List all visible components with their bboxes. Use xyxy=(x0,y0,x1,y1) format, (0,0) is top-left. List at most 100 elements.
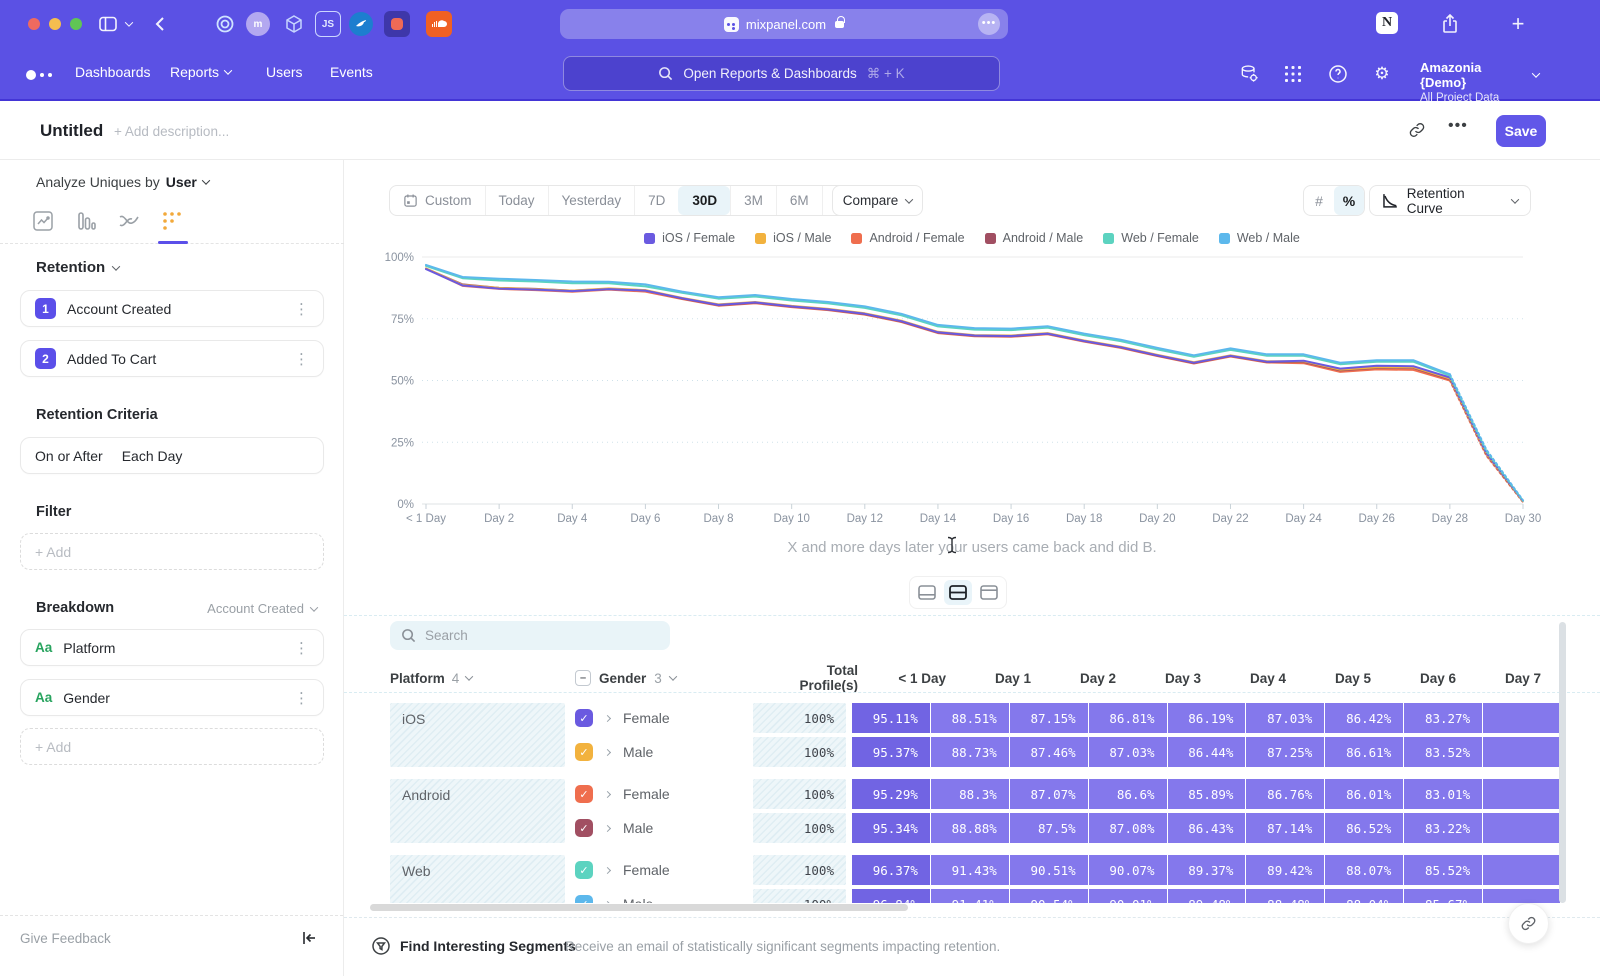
legend-item-android-female[interactable]: Android / Female xyxy=(851,231,964,245)
range-30d[interactable]: 30D xyxy=(678,186,730,215)
kebab-menu-icon[interactable]: ⋮ xyxy=(294,350,309,368)
breakdown-card-gender[interactable]: Aa Gender ⋮ xyxy=(20,679,324,716)
nav-events[interactable]: Events xyxy=(330,64,373,80)
zoom-window-button[interactable] xyxy=(70,18,82,30)
series-checkbox[interactable]: ✓ xyxy=(575,743,593,761)
site-options-icon[interactable]: ••• xyxy=(978,13,1000,35)
compare-button[interactable]: Compare xyxy=(832,185,923,216)
tab-flows[interactable] xyxy=(118,210,142,234)
share-icon[interactable] xyxy=(1438,12,1462,36)
breakdown-event-selector[interactable]: Account Created xyxy=(207,601,317,616)
series-checkbox[interactable]: ✓ xyxy=(575,785,593,803)
retention-line-chart[interactable]: 0%25%50%75%100%< 1 DayDay 2Day 4Day 6Day… xyxy=(344,248,1600,530)
range-3m[interactable]: 3M xyxy=(730,186,776,215)
nav-reports[interactable]: Reports xyxy=(170,64,231,80)
tab-insights[interactable] xyxy=(32,210,56,234)
kebab-menu-icon[interactable]: ⋮ xyxy=(294,639,309,657)
horizontal-scrollbar[interactable] xyxy=(370,904,908,911)
series-checkbox[interactable]: ✓ xyxy=(575,861,593,879)
add-filter-button[interactable]: + Add xyxy=(20,533,324,570)
back-icon[interactable] xyxy=(148,12,172,36)
breakdown-card-platform[interactable]: Aa Platform ⋮ xyxy=(20,629,324,666)
day-column-header[interactable]: < 1 Day xyxy=(876,671,960,686)
day-column-header[interactable]: Day 6 xyxy=(1386,671,1470,686)
report-title[interactable]: Untitled xyxy=(40,121,103,141)
mixpanel-logo[interactable] xyxy=(26,70,52,80)
layout-table-only-button[interactable] xyxy=(975,580,1003,605)
save-button[interactable]: Save xyxy=(1496,115,1546,147)
more-options-icon[interactable]: ••• xyxy=(1448,117,1470,139)
layout-split-button[interactable] xyxy=(944,580,972,605)
address-bar[interactable]: mixpanel.com ••• xyxy=(560,9,1008,39)
nav-users[interactable]: Users xyxy=(266,64,303,80)
share-link-fab[interactable] xyxy=(1508,903,1549,944)
give-feedback-link[interactable]: Give Feedback xyxy=(20,931,111,946)
sidebar-toggle-icon[interactable] xyxy=(96,12,120,36)
app-icon-bird[interactable] xyxy=(349,12,373,36)
day-column-header[interactable]: Day 7 xyxy=(1471,671,1555,686)
day-column-header[interactable]: Day 3 xyxy=(1131,671,1215,686)
app-icon-soundcloud[interactable] xyxy=(426,11,452,37)
column-gender[interactable]: – Gender 3 xyxy=(575,670,770,686)
notion-extension-icon[interactable]: N xyxy=(1375,11,1399,35)
expand-row-icon[interactable] xyxy=(604,824,611,831)
add-breakdown-button[interactable]: + Add xyxy=(20,728,324,765)
app-icon-cube[interactable] xyxy=(281,11,307,37)
legend-item-web-female[interactable]: Web / Female xyxy=(1103,231,1199,245)
legend-item-ios-male[interactable]: iOS / Male xyxy=(755,231,831,245)
analyze-uniques-control[interactable]: Analyze Uniques by User xyxy=(36,174,209,190)
retention-criteria-card[interactable]: On or After Each Day xyxy=(20,437,324,474)
settings-gear-icon[interactable]: ⚙ xyxy=(1369,61,1395,87)
report-description-placeholder[interactable]: + Add description... xyxy=(114,124,229,139)
column-total-profiles[interactable]: Total Profile(s) xyxy=(770,663,870,693)
layout-chart-only-button[interactable] xyxy=(913,580,941,605)
minimize-window-button[interactable] xyxy=(49,18,61,30)
app-icon-target[interactable] xyxy=(212,11,238,37)
expand-row-icon[interactable] xyxy=(604,714,611,721)
range-today[interactable]: Today xyxy=(485,186,548,215)
expand-row-icon[interactable] xyxy=(604,900,611,903)
copy-link-icon[interactable] xyxy=(1408,121,1430,143)
help-icon[interactable] xyxy=(1325,61,1351,87)
day-column-header[interactable]: Day 1 xyxy=(961,671,1045,686)
criteria-mode[interactable]: On or After xyxy=(35,448,103,464)
day-column-header[interactable]: Day 4 xyxy=(1216,671,1300,686)
segments-title[interactable]: Find Interesting Segments xyxy=(400,938,576,954)
apps-grid-icon[interactable] xyxy=(1280,61,1306,87)
retention-section-header[interactable]: Retention xyxy=(36,259,119,276)
range-custom[interactable]: Custom xyxy=(390,186,485,215)
series-checkbox[interactable]: ✓ xyxy=(575,895,593,903)
tab-retention[interactable] xyxy=(161,210,185,234)
column-platform[interactable]: Platform 4 xyxy=(390,671,575,686)
expand-row-icon[interactable] xyxy=(604,866,611,873)
app-icon-record[interactable] xyxy=(384,11,410,37)
range-6m[interactable]: 6M xyxy=(776,186,822,215)
unit-absolute-button[interactable]: # xyxy=(1304,186,1334,215)
chart-type-selector[interactable]: Retention Curve xyxy=(1369,185,1531,216)
chevron-down-icon[interactable] xyxy=(122,12,136,36)
kebab-menu-icon[interactable]: ⋮ xyxy=(294,689,309,707)
step-card-1[interactable]: 1 Account Created ⋮ xyxy=(20,290,324,327)
criteria-interval[interactable]: Each Day xyxy=(122,448,183,464)
global-search[interactable]: Open Reports & Dashboards ⌘ + K xyxy=(563,56,1000,91)
unit-percent-button[interactable]: % xyxy=(1334,186,1364,215)
series-checkbox[interactable]: ✓ xyxy=(575,819,593,837)
collapse-sidebar-icon[interactable] xyxy=(300,929,320,949)
table-search-input[interactable] xyxy=(425,628,645,643)
app-icon-m[interactable]: m xyxy=(246,12,270,36)
legend-item-web-male[interactable]: Web / Male xyxy=(1219,231,1300,245)
range-yesterday[interactable]: Yesterday xyxy=(548,186,635,215)
expand-row-icon[interactable] xyxy=(604,790,611,797)
close-window-button[interactable] xyxy=(28,18,40,30)
analyze-value[interactable]: User xyxy=(166,174,197,190)
nav-dashboards[interactable]: Dashboards xyxy=(75,64,151,80)
kebab-menu-icon[interactable]: ⋮ xyxy=(294,300,309,318)
vertical-scrollbar[interactable] xyxy=(1559,622,1566,903)
tab-funnels[interactable] xyxy=(75,210,99,234)
select-all-checkbox[interactable]: – xyxy=(575,670,591,686)
series-checkbox[interactable]: ✓ xyxy=(575,709,593,727)
day-column-header[interactable]: Day 2 xyxy=(1046,671,1130,686)
legend-item-android-male[interactable]: Android / Male xyxy=(985,231,1084,245)
data-management-icon[interactable] xyxy=(1236,61,1262,87)
step-card-2[interactable]: 2 Added To Cart ⋮ xyxy=(20,340,324,377)
